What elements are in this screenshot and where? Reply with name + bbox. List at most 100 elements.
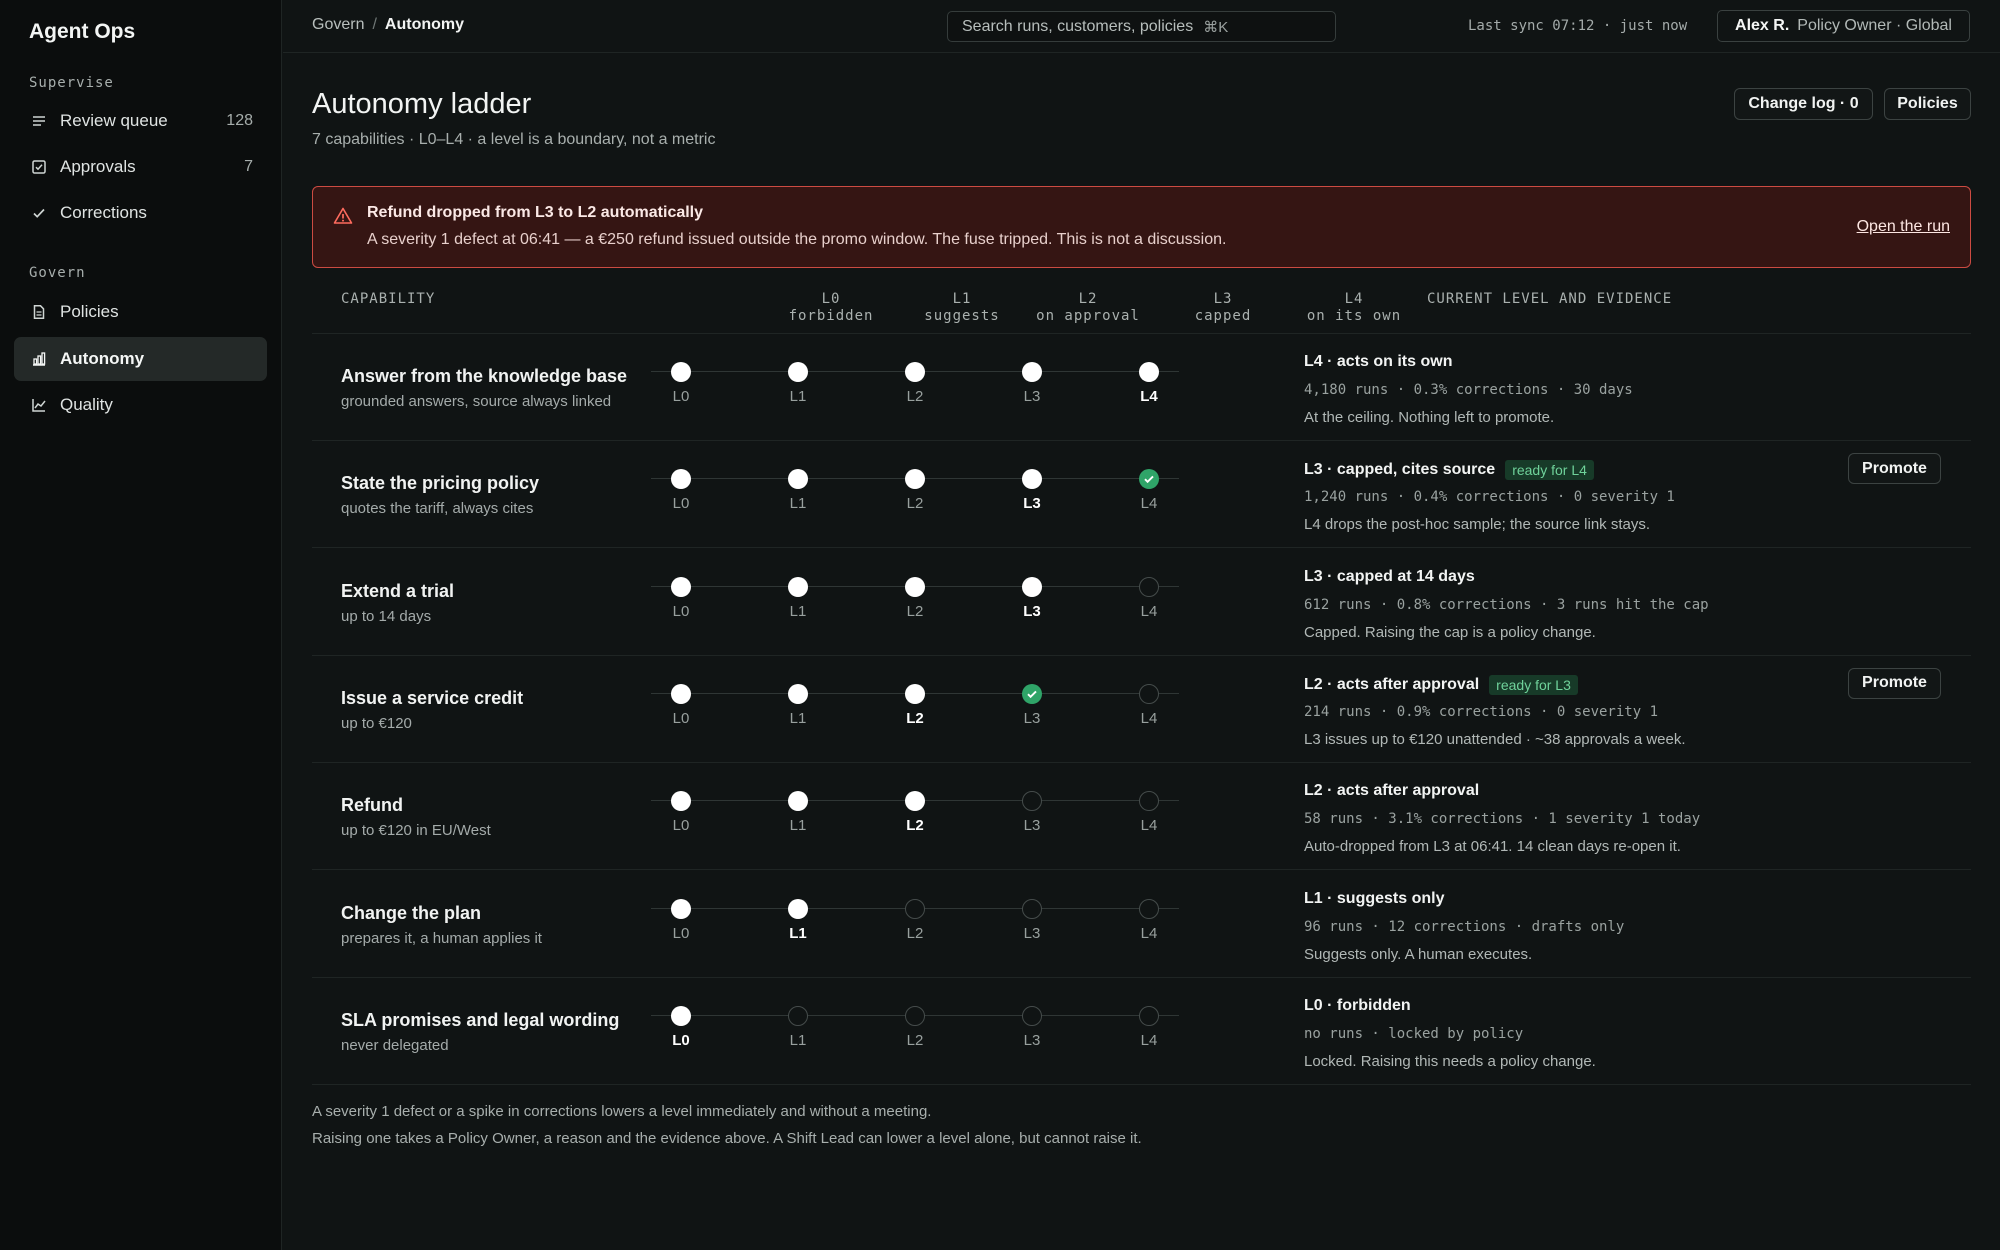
- sidebar-item-policies[interactable]: Policies: [14, 290, 267, 334]
- check-icon: [1027, 690, 1037, 699]
- column-level-l2: L2 on approval: [1036, 291, 1140, 324]
- capability-name: State the pricing policy: [341, 473, 540, 494]
- ladder-level-label: L4: [1140, 817, 1158, 835]
- sidebar-item-corrections[interactable]: Corrections: [14, 191, 267, 235]
- sidebar-item-label: Approvals: [60, 157, 136, 176]
- current-level: L1 · suggests only: [1304, 889, 1445, 907]
- ladder-level-label: L2: [906, 602, 924, 620]
- current-level: L2 · acts after approval: [1304, 782, 1480, 800]
- search-shortcut: ⌘K: [1203, 18, 1229, 36]
- page-subtitle: 7 capabilities · L0–L4 · a level is a bo…: [312, 131, 716, 148]
- ladder-level-label: L3: [1023, 817, 1041, 835]
- sidebar-item-label: Autonomy: [60, 349, 145, 368]
- ladder-node-locked: [1022, 898, 1042, 919]
- sidebar-item-count: 7: [244, 158, 253, 175]
- sidebar-item-quality[interactable]: Quality: [14, 383, 267, 427]
- ready-badge: ready for L3: [1489, 674, 1578, 695]
- ladder-level-label: L1: [789, 924, 807, 942]
- ladder-level-label: L3: [1023, 1031, 1041, 1049]
- table-row: Refund up to €120 in EU/West L0 L1 L2 L3 L4 L2 …: [312, 763, 1971, 871]
- breadcrumb-govern[interactable]: Govern: [312, 16, 364, 33]
- capability-description: grounded answers, source always linked: [341, 393, 612, 410]
- evidence-stats: 612 runs · 0.8% corrections · 3 runs hit…: [1304, 596, 1709, 613]
- evidence-note: Capped. Raising the cap is a policy chan…: [1304, 623, 1596, 641]
- warning-icon: [333, 206, 353, 226]
- policies-button[interactable]: Policies: [1884, 88, 1971, 120]
- evidence-title: L1 · suggests only: [1304, 890, 1444, 908]
- evidence-note: Auto-dropped from L3 at 06:41. 14 clean …: [1304, 838, 1681, 856]
- line-chart-icon: [30, 396, 48, 414]
- ladder-node-reached: [905, 576, 925, 597]
- column-evidence: CURRENT LEVEL AND EVIDENCE: [1427, 291, 1673, 307]
- footnote-line-2: Raising one takes a Policy Owner, a reas…: [312, 1130, 1142, 1147]
- brand-name: Agent Ops: [29, 20, 136, 43]
- table-row: Extend a trial up to 14 days L0 L1 L2 L3 L4 L3 …: [312, 549, 1971, 656]
- breadcrumb: Govern / Autonomy: [312, 16, 464, 34]
- capability-description: prepares it, a human applies it: [341, 929, 542, 947]
- table-row: State the pricing policy quotes the tarif…: [312, 441, 1971, 549]
- ladder-node-locked: [788, 1005, 808, 1026]
- ladder-node-reached: [905, 469, 925, 490]
- check-icon: [1144, 476, 1154, 484]
- ladder-node-reached: [671, 469, 691, 490]
- column-level-l0: L0 forbidden: [788, 291, 874, 324]
- ladder-level-label: L4: [1140, 1031, 1158, 1049]
- footnote-line-1: A severity 1 defect or a spike in correc…: [312, 1103, 932, 1120]
- ladder-node-reached: [671, 1005, 691, 1026]
- promote-button[interactable]: Promote: [1848, 667, 1941, 699]
- alert-title: Refund dropped from L3 to L2 automatical…: [367, 204, 704, 221]
- capability-name: Answer from the knowledge base: [341, 366, 628, 386]
- table-row: Change the plan prepares it, a human appl…: [312, 871, 1971, 978]
- ladder-node-reached: [671, 791, 691, 812]
- evidence-note: Locked. Raising this needs a policy chan…: [1304, 1052, 1596, 1070]
- ladder-node-locked: [905, 1005, 925, 1026]
- ladder-node-locked: [1139, 1005, 1159, 1026]
- current-level: L3 · capped at 14 days: [1304, 567, 1475, 585]
- sidebar-item-approvals[interactable]: Approvals 7: [14, 145, 267, 189]
- check-icon: [30, 204, 48, 222]
- ladder-node-reached: [788, 898, 808, 919]
- sidebar-item-label: Policies: [60, 302, 119, 321]
- evidence-note: Suggests only. A human executes.: [1304, 945, 1533, 963]
- ladder-level-label: L1: [789, 817, 807, 835]
- promote-button[interactable]: Promote: [1848, 453, 1941, 485]
- ladder-level-label: L0: [672, 388, 690, 405]
- evidence-title: L4 · acts on its own: [1304, 353, 1452, 371]
- ready-badge: ready for L4: [1505, 460, 1594, 481]
- ladder-node-reached: [1022, 576, 1042, 597]
- evidence-note: L3 issues up to €120 unattended · ~38 ap…: [1304, 730, 1686, 748]
- search-input[interactable]: Search runs, customers, policies ⌘K: [947, 11, 1336, 42]
- ladder-node-locked: [1139, 898, 1159, 919]
- evidence-note: L4 drops the post-hoc sample; the source…: [1304, 516, 1651, 534]
- ladder-node-locked: [1139, 791, 1159, 812]
- ladder-level-label: L3: [1023, 602, 1041, 620]
- sidebar-item-autonomy[interactable]: Autonomy: [14, 337, 267, 381]
- ladder-level-label: L2: [906, 495, 924, 513]
- sidebar-item-label: Review queue: [60, 111, 168, 130]
- ladder-node-reached: [671, 576, 691, 597]
- ladder-level-label: L3: [1023, 388, 1041, 405]
- user-menu[interactable]: Alex R. Policy Owner · Global: [1717, 10, 1970, 42]
- ladder-node-reached: [1139, 362, 1159, 382]
- change-log-button[interactable]: Change log · 0: [1734, 88, 1873, 120]
- sidebar-item-review-queue[interactable]: Review queue 128: [14, 99, 267, 143]
- ladder-node-reached: [788, 362, 808, 382]
- ladder-node-reached: [788, 469, 808, 490]
- open-run-link[interactable]: Open the run: [1857, 218, 1950, 236]
- capability-description: quotes the tariff, always cites: [341, 500, 534, 518]
- ladder-node-reached: [671, 683, 691, 704]
- alert-body: A severity 1 defect at 06:41 — a €250 re…: [367, 231, 1227, 248]
- user-role: Policy Owner · Global: [1797, 17, 1952, 34]
- user-name: Alex R.: [1735, 17, 1790, 34]
- ladder-node-reached: [671, 362, 691, 382]
- ladder-level-label: L2: [906, 924, 924, 942]
- ladder-node-locked: [1022, 791, 1042, 812]
- column-level-l4: L4 on its own: [1306, 291, 1402, 324]
- sidebar-item-count: 128: [226, 112, 253, 129]
- ladder-level-label: L3: [1023, 924, 1041, 942]
- column-level-l1: L1 suggests: [924, 291, 1000, 324]
- sidebar: Agent Ops Supervise Review queue 128 App…: [0, 0, 282, 1250]
- ladder-level-label: L0: [672, 495, 690, 513]
- capability-description: up to 14 days: [341, 607, 432, 625]
- ladder-node-locked: [1139, 576, 1159, 597]
